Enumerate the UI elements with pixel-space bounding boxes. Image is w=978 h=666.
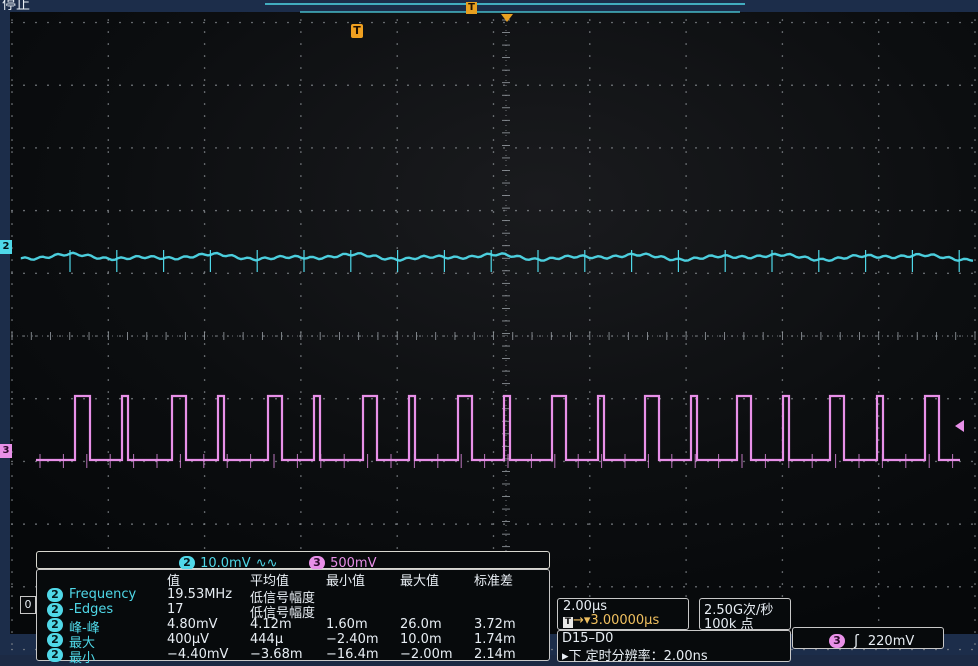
trigger-panel[interactable]: 3 ʃ 220mV — [792, 627, 944, 649]
measurement-value: 26.0m — [400, 617, 442, 632]
timebase-panel[interactable]: 2.00µs T →▾3.00000µs — [557, 598, 689, 630]
measurement-value: 1.74m — [474, 632, 516, 647]
measurement-value: 4.80mV — [167, 617, 218, 632]
channel-badge: 2 — [47, 633, 63, 647]
trigger-position-marker[interactable]: T — [466, 2, 477, 14]
trigger-source-badge: 3 — [829, 633, 845, 648]
measurement-value: 1.60m — [326, 617, 368, 632]
measurement-value: 400µV — [167, 632, 209, 647]
graticule-area — [10, 12, 978, 634]
measurement-name: 最小 — [69, 651, 96, 666]
channel-2-ground-marker[interactable]: 2 — [0, 240, 12, 254]
measurement-value: 4.12m — [250, 617, 292, 632]
channel-3-badge: 3 — [309, 555, 325, 570]
channel-badge: 2 — [47, 618, 63, 632]
channel-3-ground-marker[interactable]: 3 — [0, 444, 12, 458]
trigger-level-marker[interactable] — [955, 420, 964, 432]
rising-edge-icon: ʃ — [854, 633, 859, 649]
delay-value: →▾3.00000µs — [573, 613, 660, 628]
column-header: 标准差 — [474, 574, 514, 589]
horizontal-delay: T →▾3.00000µs — [563, 613, 659, 628]
measurement-name: Frequency — [69, 587, 137, 602]
digital-channels-label: D15–D0 — [562, 631, 614, 646]
measurement-value: 19.53MHz — [167, 587, 233, 602]
column-header: 最小值 — [326, 574, 366, 589]
channel-badge: 2 — [47, 588, 63, 602]
measurement-menu-marker[interactable]: 0 — [20, 596, 36, 614]
acquisition-panel[interactable]: 2.50G次/秒 100k 点 — [699, 598, 791, 632]
measurement-table: 值平均值 最小值 最大值 标准差 2 Frequency 19.53MHz 低信号幅度 2 -E… — [36, 569, 550, 666]
column-header: 最大值 — [400, 574, 440, 589]
measurement-value: 444µ — [250, 632, 284, 647]
channel-scale-bar[interactable]: 2 10.0mV ∿∿ 3 500mV — [36, 551, 550, 571]
measurement-name: -Edges — [69, 602, 114, 617]
measurement-value: 10.0m — [400, 632, 442, 647]
trigger-time-marker[interactable]: T — [351, 24, 363, 38]
trigger-point-icon — [501, 14, 513, 22]
horizontal-scale: 2.00µs — [563, 599, 607, 614]
trigger-readout: 3 ʃ 220mV — [829, 630, 914, 649]
digital-channels-panel[interactable]: D15–D0 ▸下 定时分辨率：2.00ns — [557, 630, 791, 664]
channel-badge: 2 — [47, 648, 63, 662]
measurement-value: 3.72m — [474, 617, 516, 632]
acquisition-status[interactable]: 停止 — [2, 0, 30, 14]
measurement-value: 17 — [167, 602, 184, 617]
channel-badge: 2 — [47, 603, 63, 617]
delay-icon: T — [563, 617, 573, 628]
measurement-value: −2.40m — [326, 632, 379, 647]
oscilloscope-screen: 停止 T T 2 3 2 10.0mV ∿∿ 3 500mV 0 值平均值 最小值… — [0, 0, 978, 666]
channel-2-badge: 2 — [179, 555, 195, 570]
trigger-level: 220mV — [867, 634, 915, 649]
